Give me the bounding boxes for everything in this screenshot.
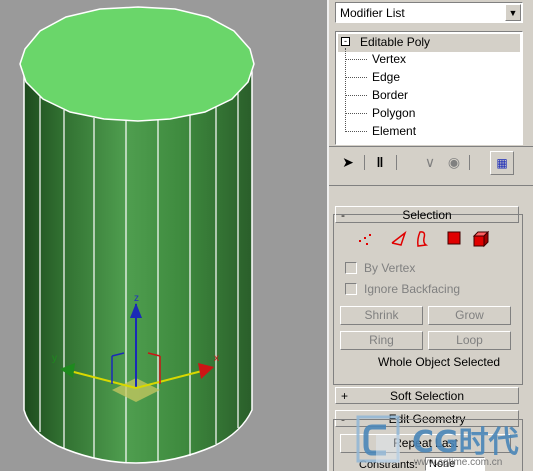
cg-time-watermark: CG时代 www.cgtime.com.cn (356, 415, 528, 471)
toolbar-separator (469, 155, 470, 170)
configure-modifier-sets-icon[interactable]: ▦ (490, 151, 514, 175)
toolbar-separator (396, 155, 397, 170)
modifier-stack[interactable]: - Editable Poly Vertex Edge Border Polyg… (335, 31, 523, 145)
element-icon (472, 230, 490, 248)
axis-label-x: x (214, 353, 219, 364)
command-panel: Modifier List ▼ - Editable Poly Vertex E… (327, 0, 533, 471)
remove-modifier-icon[interactable]: ◉ (443, 151, 465, 173)
stack-item-vertex[interactable]: Vertex (372, 52, 406, 66)
tree-line (345, 95, 367, 96)
make-unique-icon[interactable]: ∨ (419, 151, 441, 173)
cylinder-body[interactable] (23, 71, 253, 464)
cg-logo-icon (356, 415, 400, 463)
viewport-canvas[interactable]: z y x (0, 0, 327, 471)
axis-label-z: z (134, 293, 139, 304)
cylinder-top-cap[interactable] (19, 6, 255, 122)
collapse-icon[interactable]: - (341, 37, 350, 46)
subobject-icons[interactable] (356, 229, 501, 249)
show-end-result-icon[interactable]: ‖ (369, 151, 391, 173)
by-vertex-label: By Vertex (364, 261, 416, 275)
stack-item-edge[interactable]: Edge (372, 70, 400, 84)
tree-line (345, 48, 347, 130)
divider (329, 146, 533, 147)
ignore-backfacing-checkbox[interactable] (345, 283, 357, 295)
polygon-icon (447, 231, 461, 245)
tree-line (345, 77, 367, 78)
viewport-perspective[interactable]: z y x (0, 0, 327, 471)
watermark-brand: CG时代 (412, 425, 519, 460)
selection-rollout-header[interactable]: - Selection (335, 206, 519, 223)
pin-stack-icon[interactable]: ➤ (337, 151, 359, 173)
grow-button[interactable]: Grow (428, 306, 511, 325)
stack-item-editable-poly[interactable]: Editable Poly (360, 35, 430, 49)
chevron-down-icon[interactable]: ▼ (505, 4, 521, 21)
tree-line (345, 113, 367, 114)
stack-item-border[interactable]: Border (372, 88, 408, 102)
divider (329, 185, 533, 186)
stack-item-polygon[interactable]: Polygon (372, 106, 415, 120)
modifier-list-dropdown[interactable]: Modifier List ▼ (335, 2, 523, 23)
selection-status-text: Whole Object Selected (378, 355, 501, 369)
loop-button[interactable]: Loop (428, 331, 511, 350)
edge-icon (391, 230, 407, 246)
soft-selection-rollout-title: Soft Selection (389, 389, 465, 403)
vertex-icon (359, 234, 371, 245)
ring-button[interactable]: Ring (340, 331, 423, 350)
tree-line (345, 131, 367, 132)
stack-item-element[interactable]: Element (372, 124, 416, 138)
selection-rollout-title: Selection (402, 208, 452, 222)
by-vertex-checkbox[interactable] (345, 262, 357, 274)
shrink-button[interactable]: Shrink (340, 306, 423, 325)
ignore-backfacing-label: Ignore Backfacing (364, 282, 461, 296)
soft-selection-rollout-header[interactable]: + Soft Selection (335, 387, 519, 404)
axis-label-y: y (52, 353, 57, 364)
border-icon (417, 231, 429, 247)
modifier-list-label: Modifier List (340, 6, 405, 20)
watermark-url: www.cgtime.com.cn (414, 457, 503, 468)
tree-line (345, 59, 367, 60)
toolbar-separator (364, 155, 365, 170)
